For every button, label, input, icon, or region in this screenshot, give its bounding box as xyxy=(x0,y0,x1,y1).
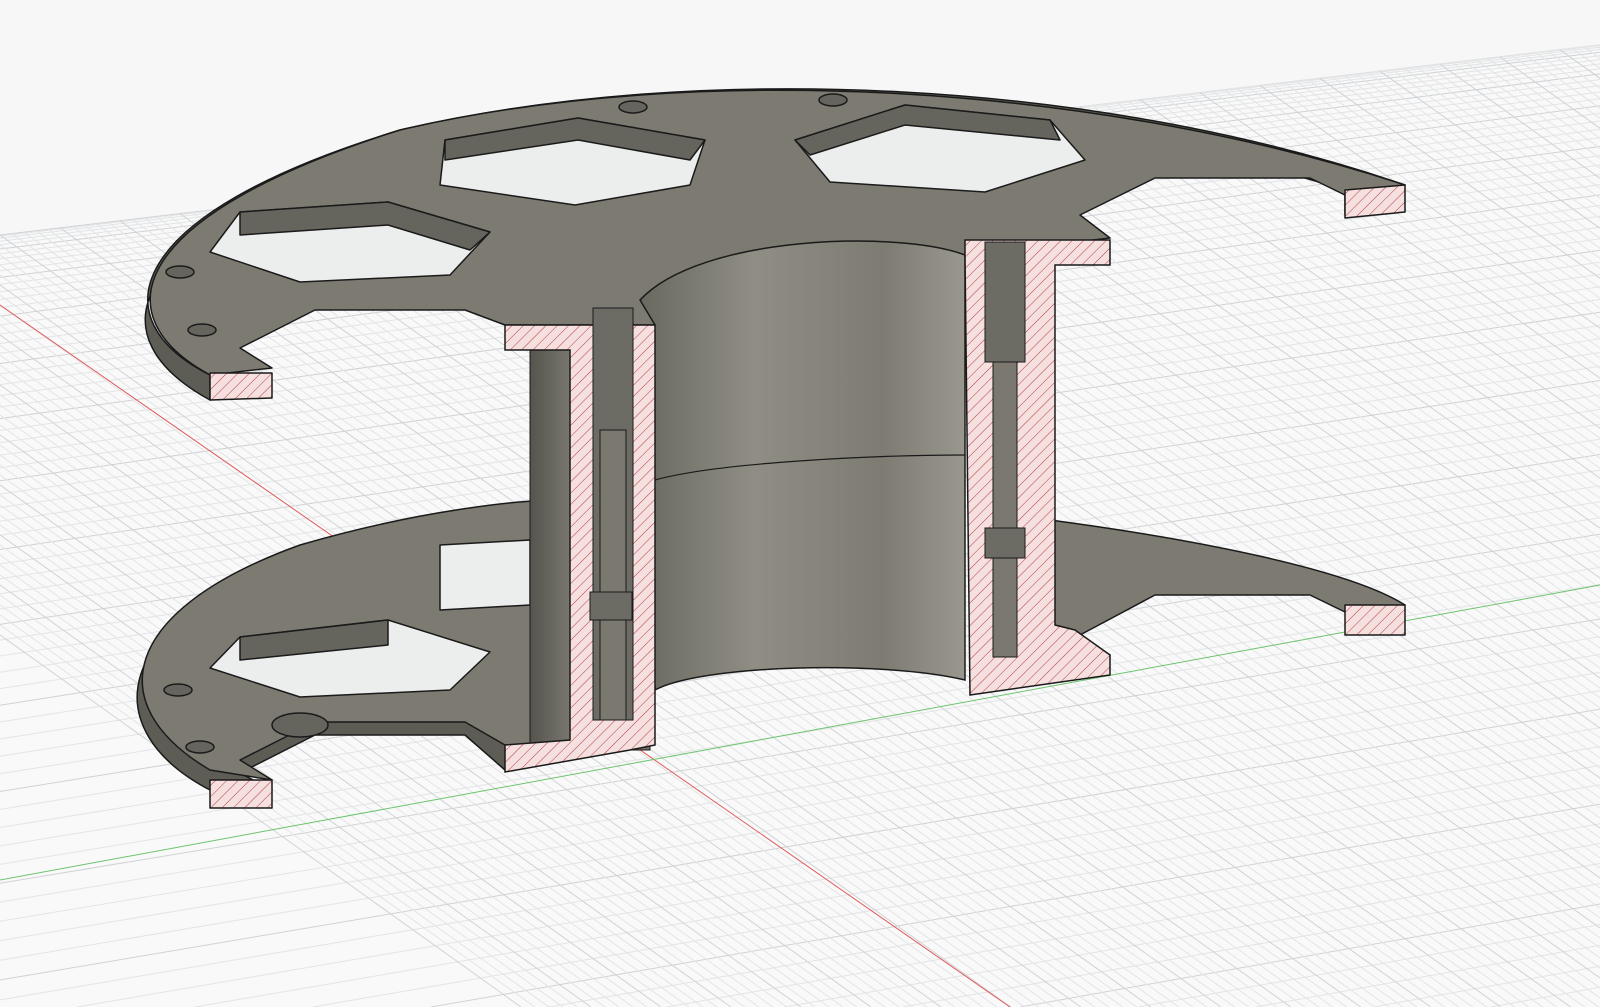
screw-hole xyxy=(185,740,215,754)
section-face xyxy=(1344,184,1406,219)
scene xyxy=(0,44,1600,1007)
screw-hole xyxy=(163,683,193,697)
section-face xyxy=(209,779,273,809)
cad-viewport[interactable] xyxy=(0,0,1600,1007)
bolt-channel-right xyxy=(984,241,1026,363)
screw-hole xyxy=(818,93,848,107)
section-face-left-inner xyxy=(599,429,627,721)
section-face-right-inner xyxy=(992,361,1018,658)
pin-hole xyxy=(271,712,329,738)
section-face xyxy=(1344,604,1406,636)
screw-hole xyxy=(165,265,195,279)
screw-hole xyxy=(187,323,217,337)
nut-pocket xyxy=(984,527,1026,559)
hex-hole xyxy=(439,539,531,611)
nut-pocket xyxy=(589,591,633,621)
section-face xyxy=(209,372,273,401)
hub-bore[interactable] xyxy=(639,236,966,692)
screw-hole xyxy=(618,100,648,114)
